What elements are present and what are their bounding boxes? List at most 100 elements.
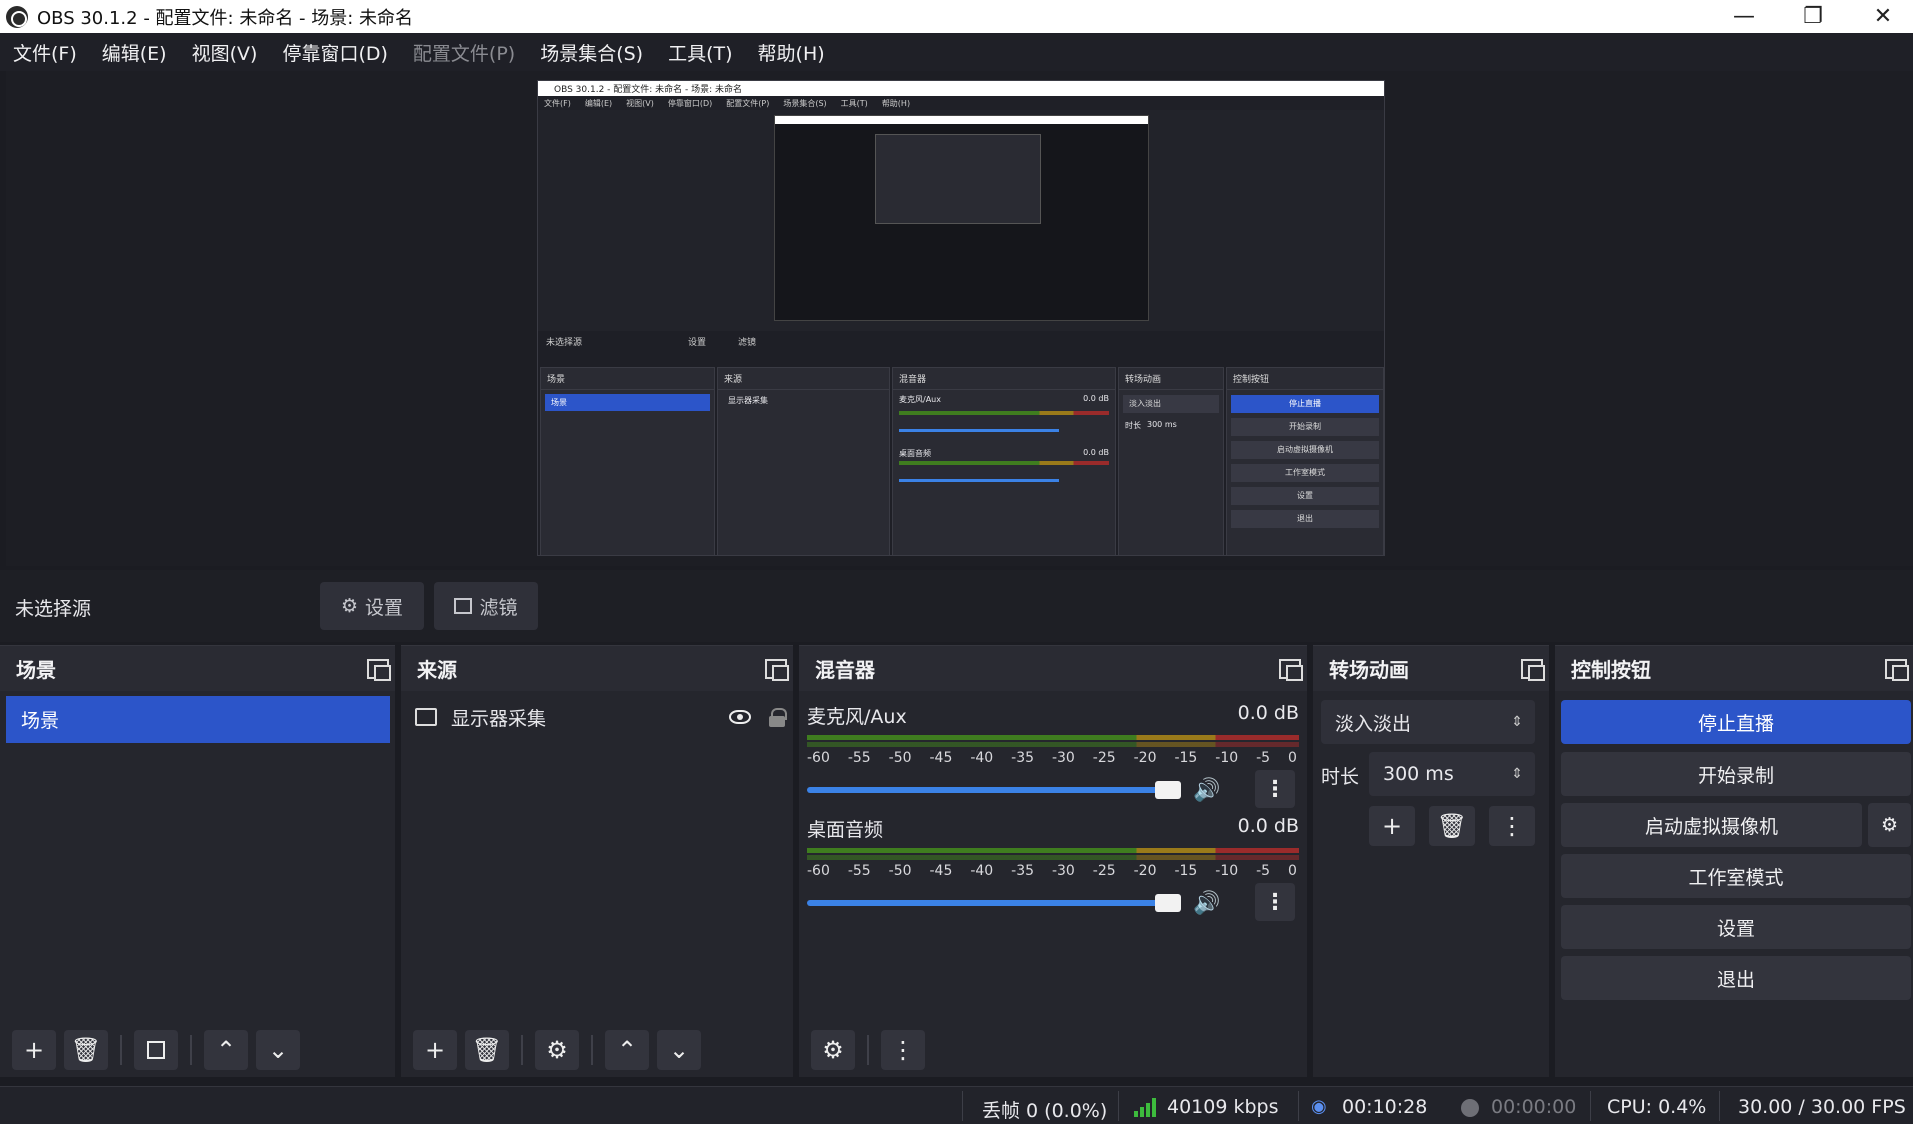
spin-arrows-icon[interactable]: ⇕ xyxy=(1511,766,1523,782)
trash-icon: 🗑 xyxy=(70,1035,102,1064)
preview-transitions-title: 转场动画 xyxy=(1119,368,1223,390)
menu-bar: 文件(F) 编辑(E) 视图(V) 停靠窗口(D) 配置文件(P) 场景集合(S… xyxy=(0,33,1913,71)
mixer-menu-button[interactable]: ⋮ xyxy=(881,1029,925,1070)
undock-icon[interactable] xyxy=(1885,658,1909,681)
source-list-item[interactable]: 显示器采集 xyxy=(415,699,787,735)
start-virtual-camera-button[interactable]: 启动虚拟摄像机 xyxy=(1561,803,1862,847)
meter-ticks: -60 -55 -50 -45 -40 -35 -30 -25 -20 -15 -10 -5 0 xyxy=(807,750,1299,766)
preview-settings: 设置 xyxy=(688,338,707,348)
meter-bar xyxy=(807,735,1299,740)
volume-slider-handle[interactable] xyxy=(1155,781,1181,799)
move-scene-up-button[interactable]: ⌃ xyxy=(204,1029,248,1070)
volume-slider-handle[interactable] xyxy=(1155,894,1181,912)
undock-icon[interactable] xyxy=(1521,658,1545,681)
scenes-dock: 场景 场景 + 🗑 ⌃ ⌄ xyxy=(0,645,395,1077)
source-filters-button[interactable]: 滤镜 xyxy=(434,582,538,630)
preview-no-source: 未选择源 xyxy=(546,338,583,348)
menu-file[interactable]: 文件(F) xyxy=(13,39,77,66)
dropped-frames: 丢帧 0 (0.0%) xyxy=(982,1100,1108,1122)
volume-slider[interactable] xyxy=(807,894,1181,912)
restore-button[interactable]: ❐ xyxy=(1778,0,1848,33)
preview-source-item: 显示器采集 xyxy=(728,396,768,405)
stream-time: 00:10:28 xyxy=(1342,1096,1428,1118)
tick-label: -30 xyxy=(1051,750,1075,766)
undock-icon[interactable] xyxy=(367,658,391,681)
menu-edit[interactable]: 编辑(E) xyxy=(102,39,167,66)
remove-source-button[interactable]: 🗑 xyxy=(465,1029,509,1070)
add-scene-button[interactable]: + xyxy=(12,1029,56,1070)
transitions-dock-title: 转场动画 xyxy=(1329,658,1409,682)
menu-view[interactable]: 视图(V) xyxy=(192,39,258,66)
channel-menu-button[interactable]: ⋮ xyxy=(1255,883,1295,921)
close-button[interactable]: ✕ xyxy=(1848,0,1913,33)
tick-label: -60 xyxy=(807,750,830,766)
filter-icon xyxy=(147,1040,165,1059)
toolbar-separator xyxy=(120,1034,122,1065)
virtual-camera-config-button[interactable]: ⚙ xyxy=(1868,803,1911,847)
settings-button[interactable]: 设置 xyxy=(1561,905,1911,949)
preview-canvas[interactable]: OBS 30.1.2 - 配置文件: 未命名 - 场景: 未命名 文件(F) 编… xyxy=(537,80,1385,556)
scene-filters-button[interactable] xyxy=(134,1029,178,1070)
menu-help[interactable]: 帮助(H) xyxy=(758,39,825,66)
preview-mic-label: 麦克风/Aux xyxy=(899,395,941,404)
preview-menu-item: 视图(V) xyxy=(626,98,654,108)
tick-label: -30 xyxy=(1051,863,1075,879)
menu-scene-collection[interactable]: 场景集合(S) xyxy=(540,39,643,66)
preview-area[interactable]: OBS 30.1.2 - 配置文件: 未命名 - 场景: 未命名 文件(F) 编… xyxy=(6,71,1913,566)
chevron-up-icon: ⌃ xyxy=(616,1035,638,1064)
speaker-mute-icon[interactable]: 🔊 xyxy=(1193,891,1220,916)
tick-label: -5 xyxy=(1256,863,1271,879)
kebab-icon: ⋮ xyxy=(891,1035,915,1064)
minimize-button[interactable]: — xyxy=(1709,0,1779,33)
mixer-dock-header: 混音器 xyxy=(799,646,1307,691)
visibility-eye-icon[interactable] xyxy=(729,710,751,724)
volume-slider[interactable] xyxy=(807,781,1181,799)
tick-label: -20 xyxy=(1133,750,1157,766)
cpu-usage: CPU: 0.4% xyxy=(1607,1096,1707,1118)
transition-menu-button[interactable]: ⋮ xyxy=(1489,806,1535,846)
duration-spinbox[interactable]: 300 ms ⇕ xyxy=(1369,752,1535,796)
tick-label: -35 xyxy=(1011,750,1035,766)
scene-list-item[interactable]: 场景 xyxy=(6,696,390,743)
exit-button[interactable]: 退出 xyxy=(1561,956,1911,1000)
controls-dock-title: 控制按钮 xyxy=(1571,658,1651,682)
add-source-button[interactable]: + xyxy=(413,1029,457,1070)
preview-menu-item: 场景集合(S) xyxy=(783,98,827,108)
toolbar-separator xyxy=(190,1034,192,1065)
tick-label: -5 xyxy=(1256,750,1271,766)
source-settings-button[interactable]: ⚙ 设置 xyxy=(320,582,424,630)
source-toolbar: 未选择源 ⚙ 设置 滤镜 xyxy=(0,570,1913,642)
add-transition-button[interactable]: + xyxy=(1369,806,1415,846)
kebab-icon: ⋮ xyxy=(1500,812,1524,840)
menu-profile[interactable]: 配置文件(P) xyxy=(413,39,515,66)
source-properties-button[interactable]: ⚙ xyxy=(535,1029,579,1070)
record-icon xyxy=(1461,1099,1479,1117)
preview-controls-title: 控制按钮 xyxy=(1227,368,1383,390)
menu-tools[interactable]: 工具(T) xyxy=(668,39,732,66)
volume-meter xyxy=(807,848,1299,862)
remove-transition-button[interactable]: 🗑 xyxy=(1429,806,1475,846)
transitions-dock: 转场动画 淡入淡出 ⇕ 时长 300 ms ⇕ + 🗑 ⋮ xyxy=(1313,645,1549,1077)
studio-mode-button[interactable]: 工作室模式 xyxy=(1561,854,1911,898)
start-recording-button[interactable]: 开始录制 xyxy=(1561,752,1911,796)
move-source-up-button[interactable]: ⌃ xyxy=(605,1029,649,1070)
mixer-toolbar: ⚙ ⋮ xyxy=(799,1022,1307,1077)
menu-docks[interactable]: 停靠窗口(D) xyxy=(282,39,387,66)
volume-row: 🔊 ⋮ xyxy=(807,883,1299,921)
lock-icon[interactable] xyxy=(769,708,787,727)
advanced-audio-button[interactable]: ⚙ xyxy=(811,1029,855,1070)
preview-menu-item: 停靠窗口(D) xyxy=(667,98,713,108)
speaker-mute-icon[interactable]: 🔊 xyxy=(1193,778,1220,803)
stop-streaming-button[interactable]: 停止直播 xyxy=(1561,700,1911,744)
tick-label: -25 xyxy=(1092,863,1116,879)
move-source-down-button[interactable]: ⌄ xyxy=(657,1029,701,1070)
undock-icon[interactable] xyxy=(765,658,789,681)
transition-select[interactable]: 淡入淡出 ⇕ xyxy=(1321,700,1535,744)
preview-studio-mode: 工作室模式 xyxy=(1231,464,1379,482)
undock-icon[interactable] xyxy=(1279,658,1303,681)
move-scene-down-button[interactable]: ⌄ xyxy=(256,1029,300,1070)
channel-menu-button[interactable]: ⋮ xyxy=(1255,770,1295,808)
remove-scene-button[interactable]: 🗑 xyxy=(64,1029,108,1070)
tick-label: -10 xyxy=(1215,863,1239,879)
channel-name: 麦克风/Aux xyxy=(807,706,907,728)
